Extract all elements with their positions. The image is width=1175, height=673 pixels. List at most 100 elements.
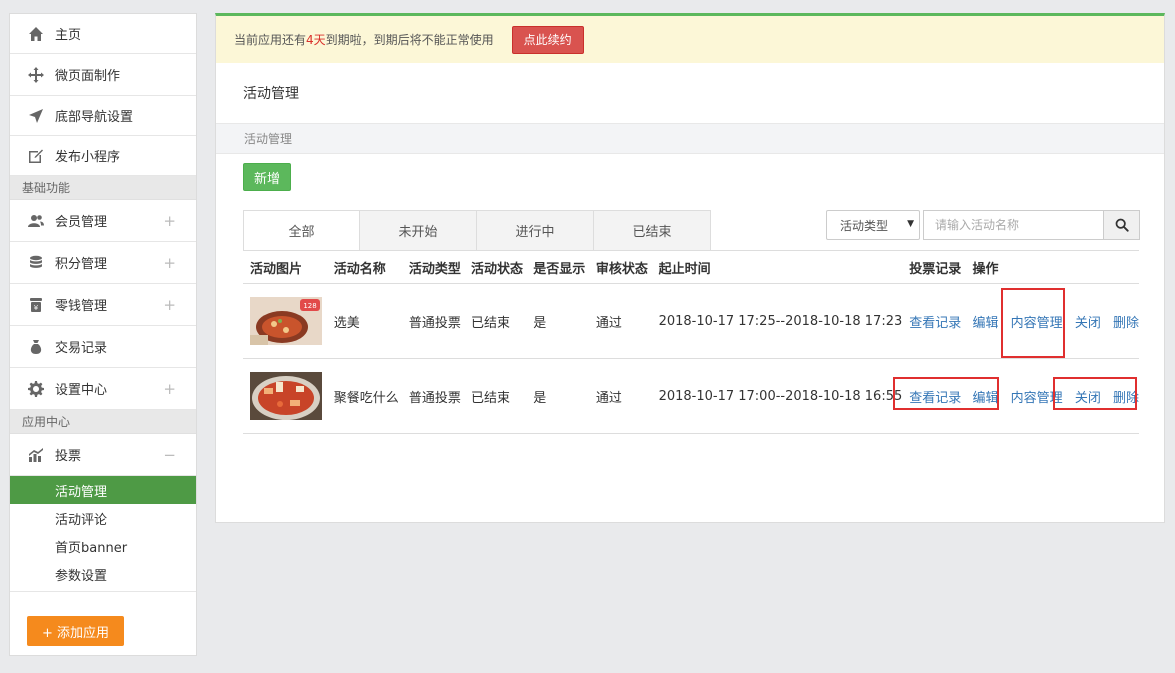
sidebar-item-label: 微页面制作 [55,69,121,84]
sidebar-item-micro-page[interactable]: 微页面制作 [10,54,196,96]
page-title: 活动管理 [243,86,299,102]
table-header-row: 活动图片 活动名称 活动类型 活动状态 是否显示 审核状态 起止时间 投票记录 … [243,250,1139,284]
send-icon [26,106,46,126]
tab-in-progress[interactable]: 进行中 [477,210,594,251]
sidebar-item-label: 零钱管理 [55,299,108,314]
col-name: 活动名称 [326,250,402,284]
activity-status: 已结束 [464,283,527,359]
actions-cell: 编辑 内容管理 关闭 删除 [965,283,1139,359]
col-review: 审核状态 [588,250,652,284]
submenu-item-activity-manage[interactable]: 活动管理 [10,476,196,504]
sidebar-item-wallet[interactable]: ¥ 零钱管理 + [10,284,196,326]
col-actions: 操作 [965,250,1139,284]
submenu-item-activity-comments[interactable]: 活动评论 [10,504,196,532]
delete-link[interactable]: 删除 [1113,316,1139,331]
sidebar-item-settings[interactable]: 设置中心 + [10,368,196,410]
select-value: 活动类型 [840,218,889,233]
filter-bar: 活动类型 ▼ [826,210,1140,240]
expand-icon[interactable]: + [163,212,176,230]
search-button[interactable] [1103,210,1140,240]
home-icon [26,24,46,44]
time-range: 2018-10-17 17:00--2018-10-18 16:55 [651,358,903,434]
section-title-basic: 基础功能 [10,176,196,200]
edit-icon [26,146,46,166]
activity-status: 已结束 [464,358,527,434]
col-image: 活动图片 [243,250,327,284]
activity-type: 普通投票 [401,358,465,434]
col-time: 起止时间 [651,250,903,284]
notice-suffix: 到期啦，到期后将不能正常使用 [325,33,494,47]
sidebar-item-label: 会员管理 [55,215,108,230]
add-activity-button[interactable]: 新增 [243,163,291,191]
sidebar-item-label: 主页 [55,28,82,43]
move-icon [26,65,46,85]
vote-submenu: 活动管理 活动评论 首页banner 参数设置 [10,476,196,592]
svg-text:128: 128 [303,302,316,310]
sidebar: 主页 微页面制作 底部导航设置 发布小程序 基础功能 会员管理 + 积分管理 +… [9,13,197,656]
activity-visible: 是 [526,358,589,434]
bar-chart-icon [26,445,46,465]
activity-type: 普通投票 [401,283,465,359]
time-range: 2018-10-17 17:25--2018-10-18 17:23 [651,283,903,359]
col-records: 投票记录 [902,250,966,284]
activity-table: 活动图片 活动名称 活动类型 活动状态 是否显示 审核状态 起止时间 投票记录 … [243,250,1139,434]
sidebar-item-label: 投票 [55,449,82,464]
search-input[interactable] [923,210,1103,240]
highlight-box [892,377,999,410]
tab-all[interactable]: 全部 [243,210,360,251]
expand-icon[interactable]: + [163,254,176,272]
highlight-box [1052,377,1137,410]
search-icon [1115,218,1129,232]
records-cell: 查看记录 [902,283,966,359]
col-type: 活动类型 [401,250,465,284]
activity-thumbnail: 128 [250,297,322,345]
activity-type-select[interactable]: 活动类型 ▼ [826,210,920,240]
sidebar-item-publish[interactable]: 发布小程序 [10,136,196,176]
breadcrumb: 活动管理 [216,123,1164,154]
collapse-icon[interactable]: − [163,446,176,464]
tab-ended[interactable]: 已结束 [594,210,711,251]
sidebar-item-label: 底部导航设置 [55,110,134,125]
sidebar-item-label: 发布小程序 [55,150,121,165]
activity-name: 聚餐吃什么 [326,358,402,434]
edit-link[interactable]: 编辑 [973,316,999,331]
expiry-notice: 当前应用还有 4天 到期啦，到期后将不能正常使用 点此续约 [216,16,1164,63]
view-records-link[interactable]: 查看记录 [909,316,961,331]
expand-icon[interactable]: + [163,296,176,314]
sidebar-item-label: 积分管理 [55,257,108,272]
image-cell [243,358,327,434]
status-tabs: 全部 未开始 进行中 已结束 [243,210,711,251]
image-cell: 128 [243,283,327,359]
wallet-icon: ¥ [26,295,46,315]
activity-thumbnail [250,372,322,420]
activity-visible: 是 [526,283,589,359]
col-visible: 是否显示 [526,250,589,284]
sidebar-item-label: 交易记录 [55,341,108,356]
sidebar-item-label: 设置中心 [55,383,108,398]
expand-icon[interactable]: + [163,380,176,398]
submenu-item-params[interactable]: 参数设置 [10,560,196,588]
highlight-box [1000,288,1065,358]
database-icon [26,253,46,273]
close-link[interactable]: 关闭 [1075,316,1101,331]
sidebar-item-transactions[interactable]: 交易记录 [10,326,196,368]
add-app-button[interactable]: + 添加应用 [27,616,124,646]
gear-icon [26,379,46,399]
sidebar-item-points[interactable]: 积分管理 + [10,242,196,284]
section-title-apps: 应用中心 [10,410,196,434]
sidebar-item-bottom-nav[interactable]: 底部导航设置 [10,96,196,136]
svg-text:¥: ¥ [34,304,39,312]
notice-prefix: 当前应用还有 [234,33,307,47]
caret-down-icon: ▼ [907,219,914,229]
sidebar-item-home[interactable]: 主页 [10,14,196,54]
sidebar-item-vote[interactable]: 投票 − [10,434,196,476]
sidebar-item-members[interactable]: 会员管理 + [10,200,196,242]
tab-not-started[interactable]: 未开始 [360,210,477,251]
review-status: 通过 [588,283,652,359]
table-row: 聚餐吃什么 普通投票 已结束 是 通过 2018-10-17 17:00--20… [243,358,1139,434]
main-panel: 当前应用还有 4天 到期啦，到期后将不能正常使用 点此续约 活动管理 活动管理 新增… [215,13,1165,523]
renew-button[interactable]: 点此续约 [511,25,584,54]
activity-name: 选美 [326,283,402,359]
submenu-item-home-banner[interactable]: 首页banner [10,532,196,560]
col-status: 活动状态 [464,250,527,284]
